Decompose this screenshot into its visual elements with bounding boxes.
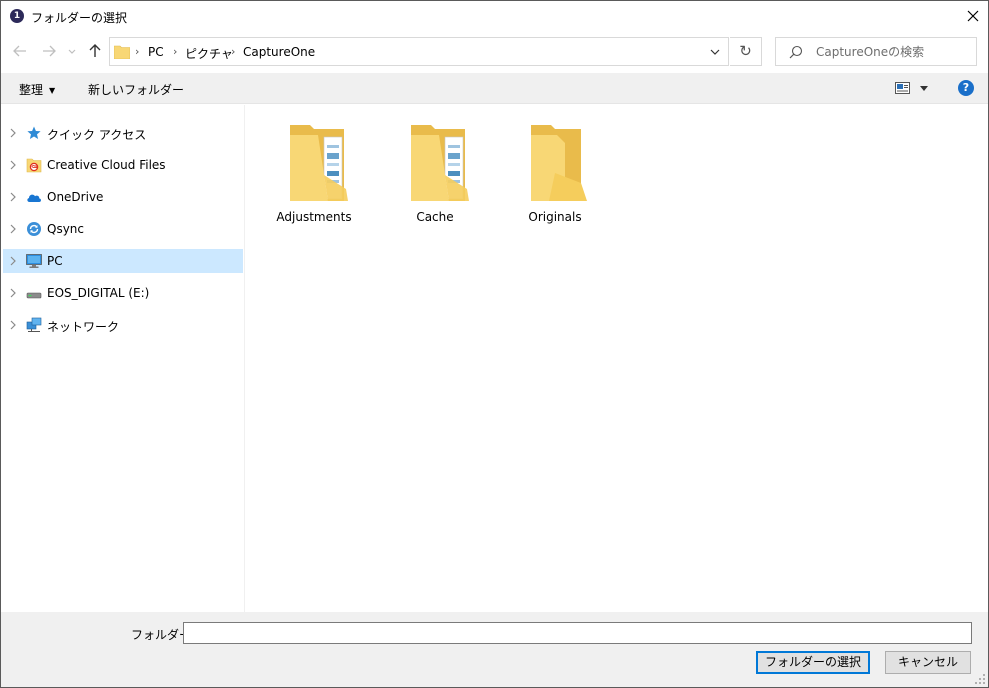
triangle-down-icon: ▼	[49, 86, 56, 95]
search-icon	[789, 45, 803, 59]
chevron-right-icon[interactable]	[9, 191, 17, 203]
nav-item-eos-digital[interactable]: EOS_DIGITAL (E:)	[3, 281, 243, 305]
address-row: › PC › ピクチャ › CaptureOne ↻	[1, 31, 988, 73]
arrow-left-icon	[13, 45, 26, 57]
breadcrumb-separator[interactable]: ›	[231, 45, 235, 58]
folder-name: Originals	[528, 210, 582, 224]
chevron-right-icon[interactable]	[9, 127, 17, 139]
recent-locations-button[interactable]	[67, 43, 77, 61]
nav-item-label: PC	[47, 254, 63, 268]
app-icon: 1	[10, 9, 24, 23]
up-button[interactable]	[87, 43, 105, 61]
nav-item-creative-cloud-files[interactable]: Creative Cloud Files	[3, 153, 243, 177]
sync-icon	[27, 222, 41, 236]
help-button[interactable]: ?	[958, 80, 974, 96]
nav-item-label: Qsync	[47, 222, 85, 236]
search-box[interactable]	[775, 37, 977, 66]
title-bar: 1 フォルダーの選択	[1, 1, 988, 31]
back-button[interactable]	[12, 43, 30, 61]
folder-with-files-icon	[290, 125, 348, 201]
folder-name: Cache	[416, 210, 454, 224]
breadcrumb-pc[interactable]: PC	[148, 45, 164, 59]
cloud-icon	[27, 194, 41, 202]
folder-item-adjustments[interactable]: Adjustments	[266, 119, 362, 227]
nav-item-onedrive[interactable]: OneDrive	[3, 185, 243, 209]
folder-name: Adjustments	[276, 210, 352, 224]
chevron-down-icon[interactable]	[710, 48, 720, 56]
computer-icon	[26, 254, 42, 268]
organize-label: 整理	[19, 83, 44, 97]
address-bar[interactable]: › PC › ピクチャ › CaptureOne	[109, 37, 729, 66]
navigation-pane: クイック アクセス Creative Cloud Files OneDrive	[1, 105, 245, 612]
drive-icon	[26, 292, 42, 299]
command-bar: 整理 ▼ 新しいフォルダー ?	[1, 73, 988, 104]
refresh-button[interactable]: ↻	[730, 37, 762, 66]
nav-item-label: ネットワーク	[47, 320, 120, 334]
folder-with-files-icon	[411, 125, 469, 201]
view-options-icon[interactable]	[895, 82, 911, 95]
breadcrumb-pictures[interactable]: ピクチャ	[185, 45, 233, 62]
star-icon	[27, 126, 41, 139]
organize-button[interactable]: 整理 ▼	[19, 81, 55, 98]
close-button[interactable]	[958, 1, 988, 31]
resize-grip-icon[interactable]	[974, 673, 986, 685]
network-icon	[26, 317, 42, 332]
folder-item-originals[interactable]: Originals	[507, 119, 603, 227]
nav-item-label: OneDrive	[47, 190, 104, 204]
nav-item-label: Creative Cloud Files	[47, 158, 166, 172]
cancel-button[interactable]: キャンセル	[885, 651, 971, 674]
arrow-up-icon	[89, 44, 101, 57]
chevron-right-icon[interactable]	[9, 255, 17, 267]
chevron-right-icon[interactable]	[9, 159, 17, 171]
folder-select-dialog: 1 フォルダーの選択 › PC › ピクチャ › CaptureOne ↻ Ca…	[0, 0, 989, 688]
nav-item-qsync[interactable]: Qsync	[3, 217, 243, 241]
breadcrumb-separator[interactable]: ›	[173, 45, 177, 58]
search-input[interactable]	[816, 43, 971, 61]
folder-icon	[114, 45, 130, 59]
nav-item-network[interactable]: ネットワーク	[3, 313, 243, 337]
nav-item-pc[interactable]: PC	[3, 249, 243, 273]
breadcrumb-captureone[interactable]: CaptureOne	[243, 45, 315, 59]
new-folder-button[interactable]: 新しいフォルダー	[88, 81, 184, 98]
close-icon	[967, 10, 979, 22]
nav-item-quick-access[interactable]: クイック アクセス	[3, 121, 243, 145]
folder-icon	[531, 125, 587, 201]
window-title: フォルダーの選択	[31, 11, 128, 25]
breadcrumb-separator[interactable]: ›	[135, 45, 139, 58]
arrow-right-icon	[43, 45, 56, 57]
chevron-right-icon[interactable]	[9, 223, 17, 235]
forward-button[interactable]	[41, 43, 59, 61]
nav-item-label: クイック アクセス	[47, 128, 147, 142]
dialog-footer: フォルダー: フォルダーの選択 キャンセル	[1, 612, 988, 687]
chevron-right-icon[interactable]	[9, 319, 17, 331]
folder-name-input[interactable]	[183, 622, 972, 644]
refresh-icon: ↻	[739, 42, 752, 60]
select-folder-button[interactable]: フォルダーの選択	[756, 651, 870, 674]
folder-item-cache[interactable]: Cache	[387, 119, 483, 227]
chevron-right-icon[interactable]	[9, 287, 17, 299]
chevron-down-icon[interactable]	[920, 86, 928, 91]
creative-cloud-icon	[26, 158, 42, 173]
chevron-down-icon	[68, 49, 76, 54]
file-list[interactable]: Adjustments Cache Originals	[246, 105, 988, 612]
nav-item-label: EOS_DIGITAL (E:)	[47, 286, 150, 300]
